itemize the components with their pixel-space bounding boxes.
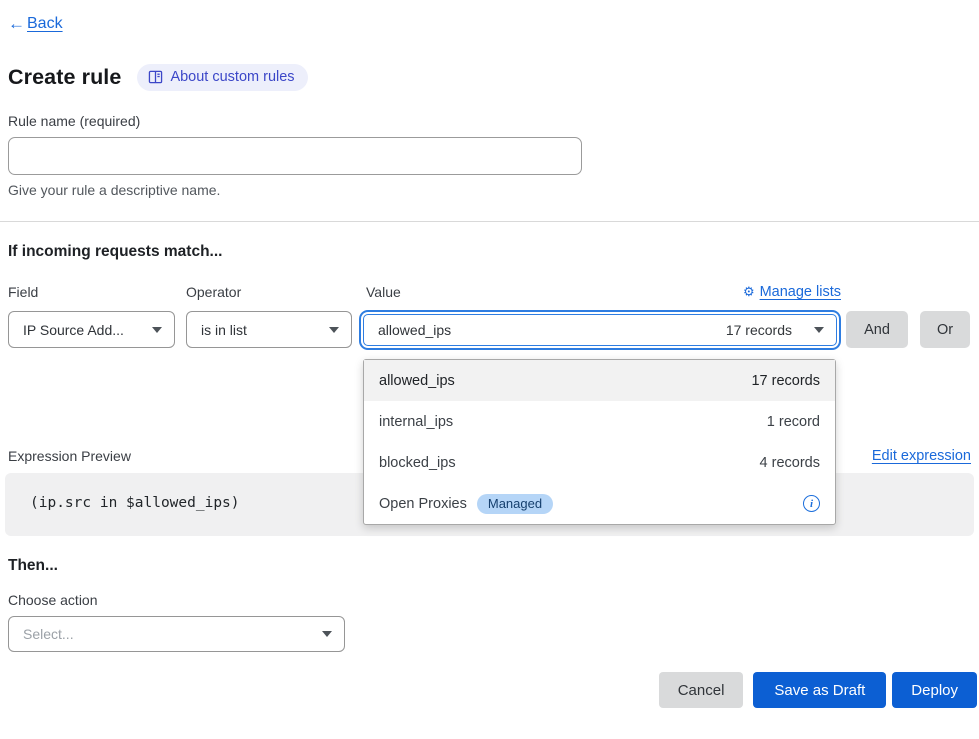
- back-link-label: Back: [27, 15, 63, 33]
- about-custom-rules-link[interactable]: About custom rules: [137, 64, 307, 91]
- book-icon: [148, 70, 163, 84]
- then-section-heading: Then...: [8, 557, 979, 575]
- value-select[interactable]: allowed_ips 17 records: [363, 314, 837, 346]
- operator-select[interactable]: is in list: [186, 311, 352, 348]
- cancel-button[interactable]: Cancel: [659, 672, 744, 708]
- operator-select-value: is in list: [201, 322, 247, 338]
- chevron-down-icon: [152, 327, 162, 333]
- page-title: Create rule: [8, 65, 121, 90]
- condition-selects-row: IP Source Add... is in list allowed_ips …: [8, 311, 979, 348]
- operator-label: Operator: [186, 284, 359, 300]
- value-label: Value: [366, 284, 401, 300]
- info-icon[interactable]: i: [803, 495, 820, 512]
- gear-icon: ⚙: [743, 284, 755, 300]
- field-select-value: IP Source Add...: [23, 322, 124, 338]
- managed-badge: Managed: [477, 494, 553, 514]
- edit-expression-link[interactable]: Edit expression: [872, 448, 971, 464]
- about-custom-rules-label: About custom rules: [170, 69, 294, 85]
- chevron-down-icon: [322, 631, 332, 637]
- action-select[interactable]: Select...: [8, 616, 345, 652]
- list-name: internal_ips: [379, 414, 453, 430]
- chevron-down-icon: [329, 327, 339, 333]
- choose-action-label: Choose action: [8, 592, 979, 608]
- list-records: 17 records: [751, 373, 820, 389]
- value-select-wrapper: allowed_ips 17 records allowed_ips 17 re…: [359, 311, 841, 348]
- title-row: Create rule About custom rules: [8, 64, 979, 91]
- dropdown-option-open-proxies[interactable]: Open Proxies Managed i: [364, 483, 835, 524]
- footer-actions: Cancel Save as Draft Deploy: [0, 672, 977, 708]
- rule-name-label: Rule name (required): [8, 113, 979, 129]
- chevron-down-icon: [814, 327, 824, 333]
- create-rule-page: ←Back Create rule About custom rules Rul…: [0, 0, 979, 739]
- or-button[interactable]: Or: [920, 311, 970, 348]
- list-records: 4 records: [760, 455, 820, 471]
- section-divider: [0, 221, 979, 222]
- condition-labels-row: Field Operator Value ⚙ Manage lists: [8, 284, 979, 300]
- save-as-draft-button[interactable]: Save as Draft: [753, 672, 886, 708]
- manage-lists-link[interactable]: ⚙ Manage lists: [743, 284, 841, 300]
- rule-name-input[interactable]: [8, 137, 582, 175]
- dropdown-option-internal-ips[interactable]: internal_ips 1 record: [364, 401, 835, 442]
- list-name: blocked_ips: [379, 455, 456, 471]
- list-name: allowed_ips: [379, 373, 455, 389]
- match-section-heading: If incoming requests match...: [8, 243, 979, 261]
- field-label: Field: [8, 284, 186, 300]
- and-button[interactable]: And: [846, 311, 908, 348]
- rule-name-helper: Give your rule a descriptive name.: [8, 182, 979, 198]
- dropdown-option-blocked-ips[interactable]: blocked_ips 4 records: [364, 442, 835, 483]
- deploy-button[interactable]: Deploy: [892, 672, 977, 708]
- list-name: Open Proxies: [379, 496, 467, 512]
- value-dropdown-menu: allowed_ips 17 records internal_ips 1 re…: [363, 359, 836, 525]
- value-select-records: 17 records: [726, 322, 792, 338]
- value-select-value: allowed_ips: [378, 322, 451, 338]
- list-records: 1 record: [767, 414, 820, 430]
- field-select[interactable]: IP Source Add...: [8, 311, 175, 348]
- expression-preview-label: Expression Preview: [8, 448, 131, 464]
- dropdown-option-allowed-ips[interactable]: allowed_ips 17 records: [364, 360, 835, 401]
- back-link[interactable]: ←Back: [8, 14, 63, 34]
- back-arrow-icon: ←: [8, 14, 25, 34]
- action-select-placeholder: Select...: [23, 626, 74, 642]
- manage-lists-label: Manage lists: [760, 284, 841, 300]
